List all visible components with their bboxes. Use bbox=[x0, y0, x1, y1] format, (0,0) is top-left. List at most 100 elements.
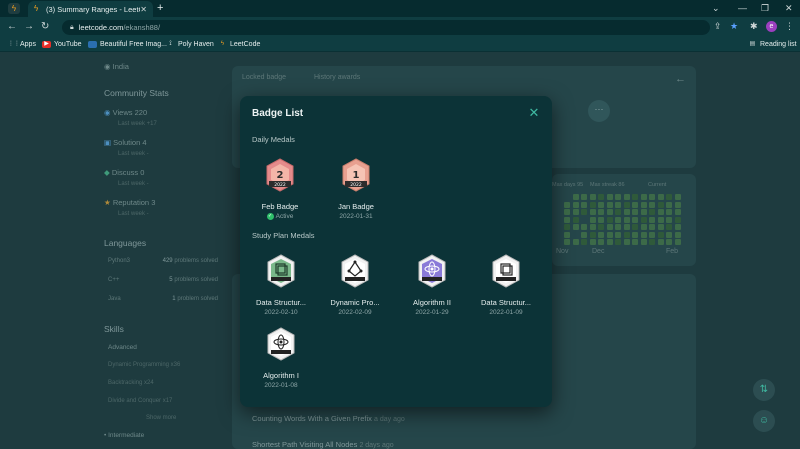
bookmark-free-images[interactable]: Beautiful Free Imag... bbox=[88, 40, 167, 49]
current-dropdown[interactable]: Current bbox=[648, 182, 666, 188]
eye-icon: ◉ bbox=[104, 108, 113, 117]
heatmap-cell bbox=[649, 201, 655, 208]
reading-list-button[interactable]: ▤ Reading list bbox=[748, 40, 797, 49]
heatmap-cell bbox=[615, 231, 621, 238]
bookmark-star-icon[interactable]: ★ bbox=[730, 20, 738, 33]
heatmap-cell bbox=[564, 216, 570, 223]
back-arrow-icon[interactable]: ← bbox=[675, 73, 686, 85]
heatmap-cell bbox=[640, 209, 647, 215]
heatmap-cell bbox=[615, 216, 621, 223]
heatmap-cell bbox=[615, 224, 621, 230]
heatmap-cell bbox=[572, 216, 579, 223]
extensions-icon[interactable]: ✱ bbox=[750, 20, 758, 33]
badge-feb[interactable]: 2 2022 Feb Badge ✓ Active bbox=[250, 158, 310, 220]
heatmap-cell bbox=[589, 194, 596, 200]
heatmap-cell bbox=[589, 231, 596, 238]
recent-item[interactable]: Shortest Path Visiting All Nodes 2 days … bbox=[252, 440, 394, 449]
tab-search-icon[interactable]: ⌄ bbox=[712, 2, 720, 14]
language-name: Python3 bbox=[108, 258, 131, 264]
heatmap-cell bbox=[649, 216, 655, 223]
skill-tag[interactable]: Dynamic Programming x36 bbox=[108, 362, 180, 368]
back-icon[interactable]: ← bbox=[7, 21, 17, 33]
bookmarks-bar: ⋮⋮ Apps ▶ YouTube Beautiful Free Imag...… bbox=[0, 37, 800, 52]
browser-tab[interactable]: ϟ (3) Summary Ranges - LeetCode ✕ bbox=[28, 1, 153, 17]
heatmap-cell bbox=[657, 194, 664, 200]
badge-data-structure-1[interactable]: Data Structur... 2022-02-10 bbox=[251, 254, 311, 316]
chat-icon: ◆ bbox=[104, 168, 112, 177]
data-structure-medal-icon bbox=[492, 254, 520, 288]
maximize-button[interactable]: ❐ bbox=[761, 2, 769, 14]
leetcode-app-icon[interactable]: ϟ bbox=[8, 3, 20, 14]
algorithm-medal-icon bbox=[267, 327, 295, 361]
address-bar[interactable]: 🔒︎ leetcode.com/ekansh88/ bbox=[62, 20, 710, 35]
badge-data-structure-2[interactable]: Data Structur... 2022-01-09 bbox=[476, 254, 536, 316]
heatmap-cell bbox=[623, 201, 630, 208]
heatmap-cell bbox=[589, 224, 596, 230]
stat-value: 4 bbox=[142, 138, 147, 147]
badge-name: Data Structur... bbox=[480, 298, 532, 307]
badge-jan[interactable]: 1 2022 Jan Badge 2022-01-31 bbox=[326, 158, 386, 220]
more-badges-icon[interactable]: ··· bbox=[588, 100, 610, 122]
show-more-link[interactable]: Show more bbox=[146, 415, 176, 421]
heatmap-cell bbox=[598, 201, 604, 208]
recent-item[interactable]: Counting Words With a Given Prefix a day… bbox=[252, 414, 405, 423]
heatmap-cell bbox=[649, 224, 655, 230]
heatmap-cell bbox=[649, 209, 655, 215]
heatmap-cell bbox=[572, 194, 579, 200]
bookmark-leetcode[interactable]: ϟ LeetCode bbox=[218, 40, 260, 49]
tab-close-icon[interactable]: ✕ bbox=[140, 5, 147, 14]
bookmark-youtube[interactable]: ▶ YouTube bbox=[42, 40, 82, 49]
new-tab-button[interactable]: + bbox=[157, 2, 163, 14]
badge-dynamic-programming[interactable]: Dynamic Pro... 2022-02-09 bbox=[325, 254, 385, 316]
close-window-button[interactable]: ✕ bbox=[785, 2, 793, 14]
minimize-button[interactable]: — bbox=[738, 2, 747, 14]
bookmark-label: Beautiful Free Imag... bbox=[100, 41, 167, 48]
bookmark-apps[interactable]: ⋮⋮ Apps bbox=[8, 40, 36, 49]
reading-list-icon: ▤ bbox=[749, 41, 756, 47]
status-text: Active bbox=[275, 213, 294, 220]
heatmap-cell bbox=[640, 239, 647, 245]
feedback-icon[interactable]: ☺ bbox=[753, 410, 775, 432]
bookmark-poly-haven[interactable]: ⟟ Poly Haven bbox=[166, 40, 214, 49]
skill-tag[interactable]: Divide and Conquer x17 bbox=[108, 398, 172, 404]
heatmap-cell bbox=[674, 216, 681, 223]
switch-view-icon[interactable]: ⇅ bbox=[753, 379, 775, 401]
stat-label: Discuss bbox=[111, 168, 139, 177]
badge-date: 2022-01-09 bbox=[489, 309, 523, 316]
skill-tag[interactable]: Backtracking x24 bbox=[108, 380, 154, 386]
heatmap-cell bbox=[572, 239, 579, 245]
heatmap-cell bbox=[615, 209, 621, 215]
profile-avatar[interactable]: e bbox=[766, 21, 777, 32]
menu-icon[interactable]: ⋮ bbox=[785, 20, 794, 33]
heatmap-cell bbox=[649, 231, 655, 238]
share-icon[interactable]: ⇪ bbox=[714, 20, 722, 33]
heatmap-cell bbox=[666, 224, 672, 230]
reload-icon[interactable]: ↻ bbox=[41, 21, 49, 33]
heatmap-cell bbox=[615, 194, 621, 200]
url-host: leetcode.com bbox=[78, 23, 124, 32]
stat-sub: Last week - bbox=[118, 181, 149, 187]
stat-sub: Last week - bbox=[118, 151, 149, 157]
badge-status: ✓ Active bbox=[250, 213, 310, 220]
badge-algorithm-1[interactable]: Algorithm I 2022-01-08 bbox=[251, 327, 311, 389]
badge-date: 2022-01-29 bbox=[415, 309, 449, 316]
bookmark-label: Poly Haven bbox=[178, 41, 214, 48]
max-days: Max days 95 bbox=[552, 182, 584, 188]
heatmap-cell bbox=[640, 201, 647, 208]
close-icon[interactable]: ✕ bbox=[527, 106, 541, 120]
heatmap-cell bbox=[640, 194, 647, 200]
badge-name: Feb Badge bbox=[261, 202, 299, 211]
heatmap-cell bbox=[657, 209, 664, 215]
forward-icon[interactable]: → bbox=[24, 21, 34, 33]
intermediate-label: Intermediate bbox=[108, 432, 145, 439]
heatmap-cell bbox=[598, 239, 604, 245]
heatmap-cell bbox=[581, 209, 587, 215]
heatmap-cell bbox=[581, 194, 587, 200]
dynamic-programming-medal-icon bbox=[341, 254, 369, 288]
daily-medals-title: Daily Medals bbox=[252, 135, 295, 144]
badge-algorithm-2[interactable]: Algorithm II 2022-01-29 bbox=[402, 254, 462, 316]
heatmap-cell bbox=[581, 201, 587, 208]
badge-year: 2022 bbox=[274, 182, 286, 188]
heatmap-cell bbox=[572, 224, 579, 230]
heatmap-cell bbox=[632, 216, 638, 223]
